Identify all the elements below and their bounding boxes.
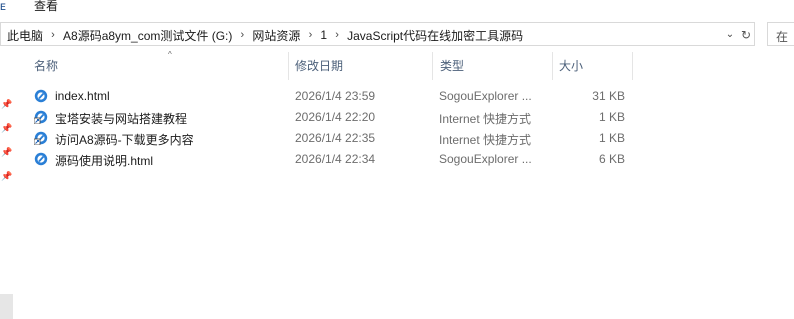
pin-icon[interactable]: 📌 bbox=[1, 147, 12, 157]
file-name: index.html bbox=[55, 89, 110, 103]
navigation-pane: 📌 📌 📌 📌 bbox=[0, 49, 14, 319]
file-type: SogouExplorer ... bbox=[439, 89, 532, 103]
breadcrumb-site-resources[interactable]: 网站资源 bbox=[252, 27, 300, 44]
ribbon-edge-glyph: ᴇ bbox=[0, 0, 6, 13]
file-row[interactable]: index.html 2026/1/4 23:59 SogouExplorer … bbox=[30, 86, 640, 107]
file-date: 2026/1/4 22:34 bbox=[295, 152, 376, 166]
search-input[interactable]: 在 bbox=[767, 22, 794, 46]
address-row: 此电脑 › A8源码a8ym_com测试文件 (G:) › 网站资源 › 1 ›… bbox=[0, 21, 794, 47]
column-divider[interactable] bbox=[432, 52, 433, 80]
pin-icon[interactable]: 📌 bbox=[1, 171, 12, 181]
chevron-right-icon[interactable]: › bbox=[232, 29, 252, 41]
file-size: 1 KB bbox=[598, 131, 625, 145]
chevron-right-icon[interactable]: › bbox=[300, 29, 320, 41]
file-date: 2026/1/4 22:35 bbox=[295, 131, 376, 145]
file-name: 访问A8源码-下载更多内容 bbox=[55, 133, 194, 147]
file-row[interactable]: 宝塔安装与网站搭建教程 2026/1/4 22:20 Internet 快捷方式… bbox=[30, 107, 640, 128]
file-row[interactable]: 源码使用说明.html 2026/1/4 22:34 SogouExplorer… bbox=[30, 149, 640, 170]
breadcrumb-current-folder[interactable]: JavaScript代码在线加密工具源码 bbox=[347, 27, 523, 44]
breadcrumb-this-pc[interactable]: 此电脑 bbox=[7, 27, 43, 44]
pin-icon[interactable]: 📌 bbox=[1, 123, 12, 133]
column-header-name[interactable]: 名称 bbox=[34, 52, 288, 80]
sogou-html-icon bbox=[34, 89, 48, 103]
file-type: SogouExplorer ... bbox=[439, 152, 532, 166]
breadcrumb-drive[interactable]: A8源码a8ym_com测试文件 (G:) bbox=[63, 27, 232, 44]
column-divider[interactable] bbox=[288, 52, 289, 80]
tab-view[interactable]: 查看 bbox=[34, 0, 58, 13]
file-date: 2026/1/4 23:59 bbox=[295, 89, 376, 103]
file-type: Internet 快捷方式 bbox=[439, 133, 532, 147]
chevron-right-icon[interactable]: › bbox=[327, 29, 347, 41]
refresh-icon[interactable]: ↻ bbox=[738, 28, 754, 42]
sogou-html-icon bbox=[34, 152, 48, 166]
file-list: index.html 2026/1/4 23:59 SogouExplorer … bbox=[30, 86, 640, 170]
file-row[interactable]: 访问A8源码-下载更多内容 2026/1/4 22:35 Internet 快捷… bbox=[30, 128, 640, 149]
breadcrumb-folder-1[interactable]: 1 bbox=[320, 28, 327, 42]
column-header-size[interactable]: 大小 bbox=[559, 52, 629, 80]
ribbon-bar: ᴇ 查看 bbox=[0, 0, 794, 18]
address-bar[interactable]: 此电脑 › A8源码a8ym_com测试文件 (G:) › 网站资源 › 1 ›… bbox=[0, 22, 755, 46]
internet-shortcut-icon bbox=[34, 110, 48, 124]
file-date: 2026/1/4 22:20 bbox=[295, 110, 376, 124]
nav-pane-scrollbar-thumb[interactable] bbox=[0, 294, 13, 319]
file-name: 宝塔安装与网站搭建教程 bbox=[55, 112, 188, 126]
column-header-date[interactable]: 修改日期 bbox=[295, 52, 432, 80]
breadcrumb: 此电脑 › A8源码a8ym_com测试文件 (G:) › 网站资源 › 1 ›… bbox=[7, 23, 523, 47]
file-size: 31 KB bbox=[592, 89, 625, 103]
file-size: 1 KB bbox=[598, 110, 625, 124]
search-label: 在 bbox=[776, 30, 789, 44]
column-divider[interactable] bbox=[632, 52, 633, 80]
chevron-right-icon[interactable]: › bbox=[43, 29, 63, 41]
column-headers: ^ 名称 修改日期 类型 大小 bbox=[15, 50, 635, 80]
column-header-type[interactable]: 类型 bbox=[440, 52, 550, 80]
file-size: 6 KB bbox=[598, 152, 625, 166]
pin-icon[interactable]: 📌 bbox=[1, 99, 12, 109]
chevron-down-icon[interactable]: ⌄ bbox=[723, 28, 737, 42]
file-name: 源码使用说明.html bbox=[55, 154, 154, 168]
internet-shortcut-icon bbox=[34, 131, 48, 145]
file-type: Internet 快捷方式 bbox=[439, 112, 532, 126]
column-divider[interactable] bbox=[552, 52, 553, 80]
